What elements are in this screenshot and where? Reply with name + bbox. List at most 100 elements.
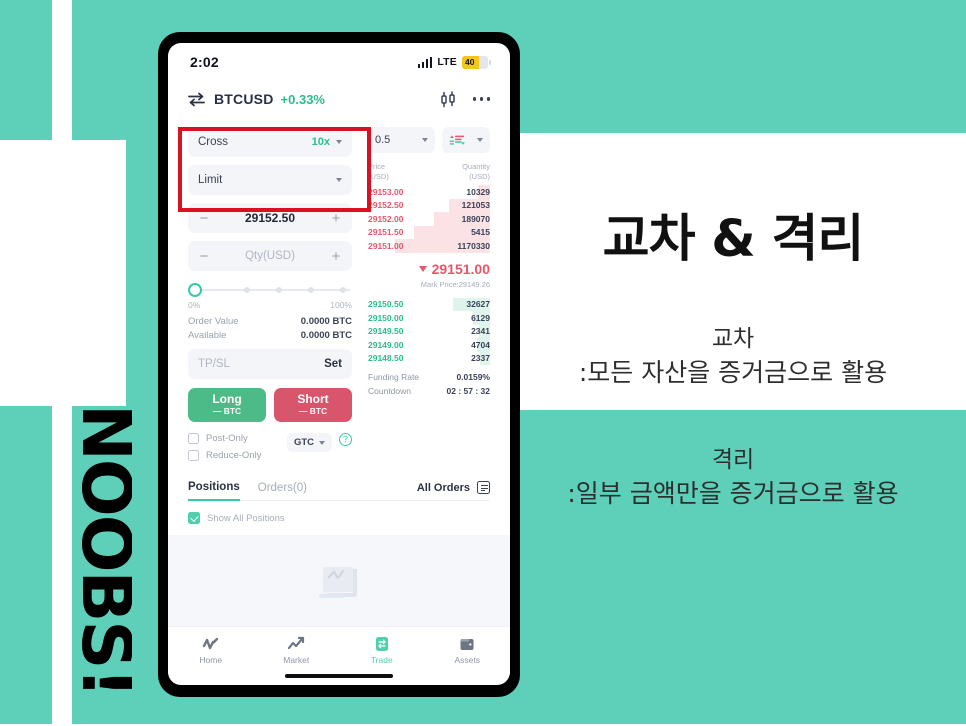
long-button[interactable]: Long — BTC — [188, 388, 266, 422]
order-book-row[interactable]: 29150.50 32627 — [368, 297, 490, 311]
order-type-select[interactable]: Limit — [188, 165, 352, 195]
available-row: Available 0.0000 BTC — [188, 330, 352, 341]
slider-tick — [308, 286, 314, 293]
tab-home[interactable]: Home — [168, 636, 254, 665]
order-book-price-header: Price (USD) — [368, 162, 389, 181]
order-book-row[interactable]: 29152.00 189070 — [368, 212, 490, 226]
slider-tick — [244, 286, 250, 293]
depth-view-select[interactable] — [441, 127, 490, 153]
wallet-icon — [460, 639, 474, 650]
slider-max-label: 100% — [330, 300, 352, 310]
tab-trade-label: Trade — [370, 655, 393, 665]
order-book-row[interactable]: 29153.00 10329 — [368, 185, 490, 199]
mark-price-label: Mark Price:29149.26 — [420, 279, 490, 289]
tick-size-select[interactable]: 0.5 — [368, 127, 435, 153]
trading-pair-label[interactable]: BTCUSD — [214, 91, 274, 107]
order-book-quantity: 10329 — [466, 186, 490, 197]
order-book-row[interactable]: 29149.00 4704 — [368, 338, 490, 352]
tick-size-value: 0.5 — [375, 134, 391, 146]
order-book: 0.5 Price (USD) Quantity (USD) 29153.00 … — [364, 117, 510, 467]
question-circle-icon[interactable]: ? — [339, 433, 352, 446]
order-book-price: 29152.50 — [368, 200, 404, 211]
order-book-row[interactable]: 29149.50 2341 — [368, 324, 490, 338]
post-only-checkbox[interactable] — [188, 433, 199, 444]
order-book-row[interactable]: 29151.00 1170330 — [368, 239, 490, 253]
post-only-option[interactable]: Post-Only — [188, 433, 287, 444]
tab-trade[interactable]: Trade — [339, 636, 425, 665]
margin-mode-label: Cross — [198, 136, 229, 148]
decorative-vertical-wordmark: NOOBS! — [42, 404, 132, 724]
reduce-only-checkbox[interactable] — [188, 450, 199, 461]
phone-screen: 2:02 LTE 40 BTCUSD +0.33% Cross 10x Limi… — [168, 43, 510, 685]
amount-slider[interactable] — [188, 283, 352, 297]
more-dots-icon[interactable] — [472, 97, 490, 101]
order-book-row[interactable]: 29152.50 121053 — [368, 198, 490, 212]
order-book-price: 29151.50 — [368, 227, 404, 238]
qty-input[interactable]: Qty(USD) — [245, 250, 295, 262]
last-price-row: 29151.00 — [368, 261, 490, 277]
show-all-positions-row[interactable]: Show All Positions — [188, 512, 490, 524]
candlestick-chart-icon[interactable] — [439, 90, 457, 108]
slider-min-label: 0% — [188, 300, 201, 310]
order-book-qty-header: Quantity (USD) — [462, 162, 490, 181]
price-header-line1: Price — [368, 162, 386, 171]
qty-header-line2: (USD) — [469, 171, 490, 181]
tpsl-row[interactable]: TP/SL Set — [188, 349, 352, 379]
funding-rate-label: Funding Rate — [368, 372, 420, 382]
slider-handle[interactable] — [188, 283, 202, 297]
tab-positions[interactable]: Positions — [188, 481, 240, 501]
order-book-row[interactable]: 29151.50 5415 — [368, 225, 490, 239]
order-book-price: 29149.50 — [368, 326, 404, 337]
background-block-top-left — [0, 0, 52, 140]
list-icon[interactable] — [477, 481, 490, 494]
short-button[interactable]: Short — BTC — [274, 388, 352, 422]
reduce-only-label: Reduce-Only — [206, 450, 262, 461]
battery-icon: 40 — [462, 55, 491, 69]
order-book-price: 29148.50 — [368, 353, 404, 364]
tab-home-label: Home — [199, 655, 223, 665]
battery-cap — [488, 59, 491, 65]
swap-square-icon — [375, 637, 388, 651]
signal-bars-icon — [417, 56, 433, 68]
battery-level-label: 40 — [465, 57, 475, 67]
chevron-down-icon — [477, 138, 483, 142]
order-book-row[interactable]: 29148.50 2337 — [368, 351, 490, 365]
slider-scale: 0% 100% — [188, 300, 352, 310]
order-value-label: Order Value — [188, 316, 239, 327]
price-value[interactable]: 29152.50 — [245, 211, 295, 225]
tab-market[interactable]: Market — [254, 636, 340, 665]
status-time: 2:02 — [190, 54, 219, 70]
tab-assets[interactable]: Assets — [425, 636, 511, 665]
decorative-wordmark-text: NOOBS! — [66, 404, 132, 697]
network-type-label: LTE — [437, 56, 457, 68]
order-book-quantity: 6129 — [471, 312, 490, 323]
show-all-positions-checkbox[interactable] — [188, 512, 200, 524]
page-title: 교차 & 격리 — [602, 210, 865, 269]
swap-arrows-icon[interactable] — [188, 92, 205, 107]
all-orders-link[interactable]: All Orders — [417, 482, 470, 494]
slider-tick — [276, 286, 282, 293]
activity-pulse-icon — [202, 637, 218, 650]
last-price-value: 29151.00 — [431, 260, 490, 277]
order-book-row[interactable]: 29150.00 6129 — [368, 311, 490, 325]
qty-increment-button[interactable]: + — [330, 248, 342, 265]
margin-mode-select[interactable]: Cross 10x — [188, 127, 352, 157]
price-stepper[interactable]: − 29152.50 + — [188, 203, 352, 233]
price-increment-button[interactable]: + — [330, 210, 342, 227]
order-type-label: Limit — [198, 174, 223, 186]
slider-track — [194, 289, 350, 291]
order-book-price: 29151.00 — [368, 240, 404, 251]
time-in-force-select[interactable]: GTC — [286, 433, 332, 452]
order-book-tools: 0.5 — [368, 127, 490, 153]
status-indicators: LTE 40 — [417, 55, 491, 69]
qty-decrement-button[interactable]: − — [198, 248, 210, 265]
cross-description: :모든 자산을 증거금으로 활용 — [578, 358, 888, 387]
quantity-stepper[interactable]: − Qty(USD) + — [188, 241, 352, 271]
price-decrement-button[interactable]: − — [198, 210, 210, 227]
triangle-down-icon — [418, 265, 427, 272]
bottom-tab-bar: Home Market Trade Assets — [168, 626, 510, 674]
tab-orders[interactable]: Orders(0) — [258, 482, 307, 500]
isolated-description-block: 격리 :일부 금액만을 증거금으로 활용 — [500, 444, 966, 512]
tpsl-set-button[interactable]: Set — [324, 358, 342, 370]
reduce-only-option[interactable]: Reduce-Only — [188, 450, 287, 461]
